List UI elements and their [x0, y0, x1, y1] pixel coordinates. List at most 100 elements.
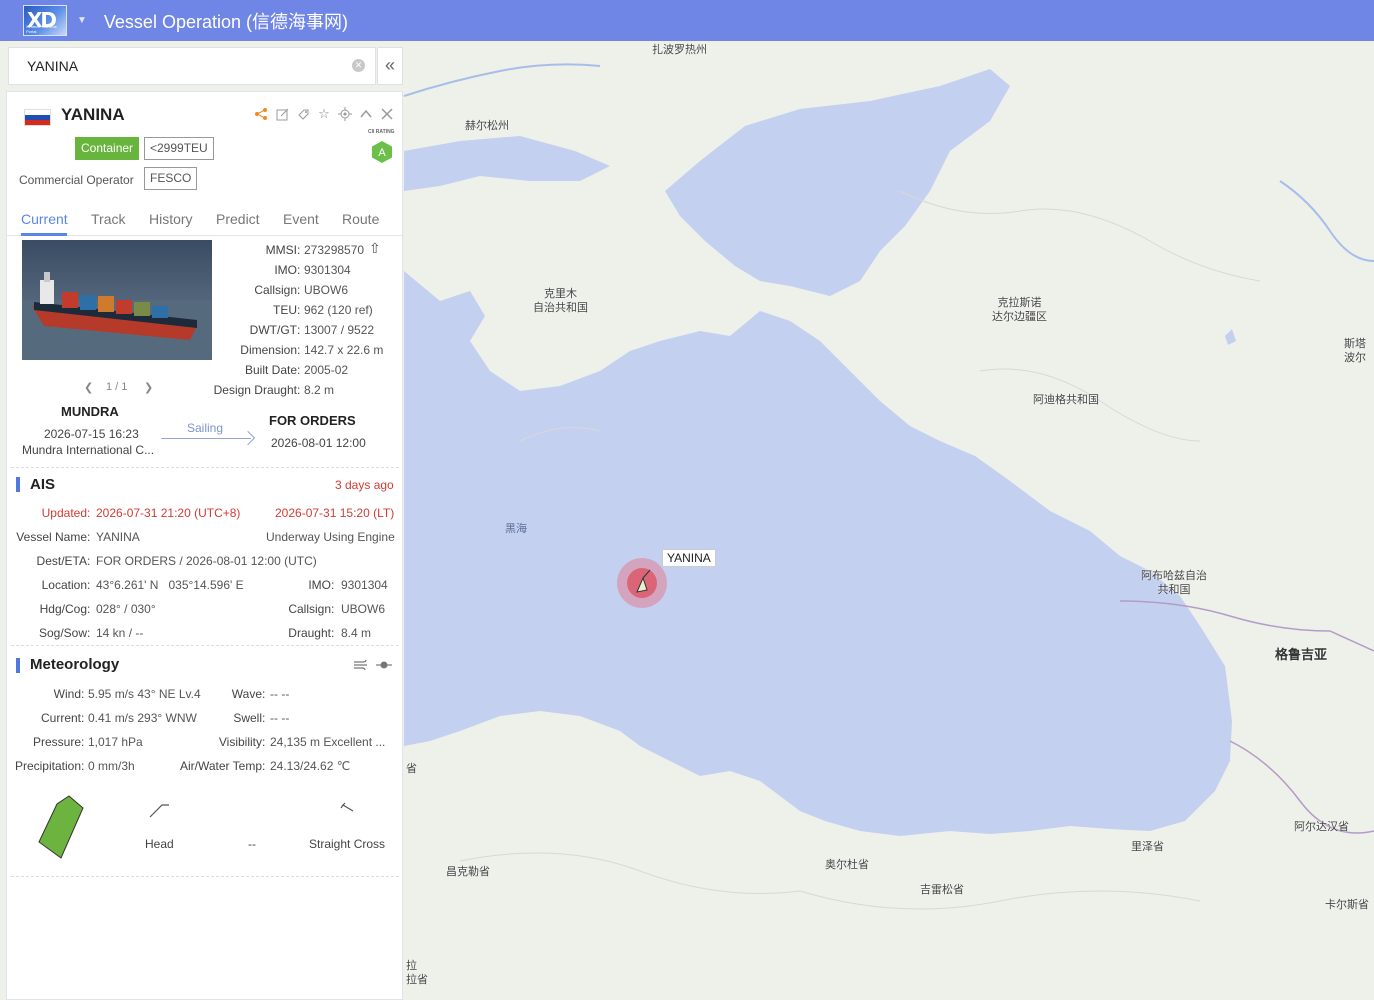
vessel-type-tag: Container — [75, 137, 140, 160]
map-label: 克拉斯诺 达尔边疆区 — [992, 296, 1047, 323]
particular-value: 2005-02 — [304, 363, 349, 377]
map-label: 格鲁吉亚 — [1275, 648, 1328, 663]
locate-icon[interactable] — [337, 106, 353, 122]
precipitation-value: 0 mm/3h — [88, 759, 135, 773]
ais-draught-label: Draught — [288, 626, 331, 640]
upload-arrow-icon[interactable]: ⇧ — [369, 240, 381, 257]
wind-icon[interactable] — [353, 658, 369, 675]
particular-label: Dimension — [240, 343, 297, 357]
arrow-right-icon — [240, 430, 256, 446]
sailing-status: Sailing — [187, 421, 224, 435]
logo-subtitle: Xindeco Maritime Portal — [26, 24, 57, 34]
chevron-up-icon[interactable] — [358, 106, 374, 122]
tab-predict[interactable]: Predict — [216, 211, 260, 227]
star-icon[interactable]: ☆ — [316, 106, 332, 122]
vessel-heading-icon — [636, 569, 651, 593]
meteorology-section-title: Meteorology — [30, 656, 120, 673]
share-icon[interactable] — [253, 106, 269, 122]
app-logo[interactable]: XD Xindeco Maritime Portal — [23, 5, 67, 36]
map-label: 赫尔松州 — [465, 119, 509, 132]
map-label: 奥尔杜省 — [825, 858, 869, 871]
tab-current[interactable]: Current — [21, 211, 68, 227]
tab-event[interactable]: Event — [283, 211, 319, 227]
vessel-marker[interactable] — [617, 558, 667, 608]
vessel-photo[interactable] — [22, 240, 212, 360]
vessel-actions: ☆ — [253, 106, 395, 122]
current-direction-icon — [340, 802, 354, 812]
cii-rating-label: CII RATING — [368, 129, 395, 135]
section-marker — [16, 477, 20, 492]
map-label: 里泽省 — [1131, 840, 1164, 853]
map-label: 吉雷松省 — [920, 883, 964, 896]
vessel-heading-shape-icon — [38, 795, 84, 859]
wave-value: -- -- — [270, 687, 290, 701]
vessel-detail-panel: YANINA ☆ CII RATING A Container <2999TEU… — [6, 91, 403, 1000]
chevron-down-icon[interactable]: ▼ — [77, 15, 87, 26]
ais-last-update-ago: 3 days ago — [335, 478, 394, 492]
particular-label: IMO — [274, 263, 297, 277]
visibility-value: 24,135 m Excellent ... — [270, 735, 386, 749]
vessel-name: YANINA — [61, 105, 125, 124]
wave-label: Wave — [231, 687, 262, 701]
map-label: 斯塔 波尔 — [1344, 337, 1366, 364]
visibility-label: Visibility — [218, 735, 262, 749]
map-label: 黑海 — [505, 522, 527, 535]
precipitation-label: Precipitation — [14, 759, 81, 773]
particular-label: Design Draught — [213, 383, 297, 397]
map-label: 扎波罗热州 — [652, 43, 707, 56]
pressure-label: Pressure — [32, 735, 81, 749]
ais-location-value: 43°6.261' N 035°14.596' E — [96, 578, 244, 592]
particular-value: UBOW6 — [304, 283, 349, 297]
particular-value: 962 (120 ref) — [304, 303, 373, 317]
particular-value: 8.2 m — [304, 383, 335, 397]
collapse-panel-button[interactable]: « — [377, 47, 403, 85]
ais-sog-label: Sog/Sow — [38, 626, 87, 640]
ais-draught-value: 8.4 m — [341, 626, 372, 640]
vessel-tabs: Current Track History Predict Event Rout… — [7, 200, 402, 236]
departure-terminal: Mundra International C... — [22, 443, 155, 457]
settings-slider-icon[interactable] — [376, 658, 392, 675]
map-label: 卡尔斯省 — [1325, 898, 1369, 911]
ais-updated-label: Updated — [41, 506, 87, 520]
tab-history[interactable]: History — [149, 211, 193, 227]
edit-icon[interactable] — [274, 106, 290, 122]
commercial-operator-value[interactable]: FESCO — [144, 167, 198, 190]
section-marker — [16, 658, 20, 673]
particular-label: Built Date — [244, 363, 297, 377]
pressure-value: 1,017 hPa — [88, 735, 143, 749]
vessel-map-label[interactable]: YANINA — [662, 549, 716, 567]
wind-direction-icon — [149, 804, 169, 818]
ais-vessel-name-label: Vessel Name — [16, 530, 87, 544]
tab-track[interactable]: Track — [91, 211, 125, 227]
cii-rating-badge[interactable]: A — [370, 140, 394, 164]
tag-icon[interactable] — [295, 106, 311, 122]
ais-sog-value: 14 kn / -- — [96, 626, 144, 640]
particular-label: MMSI — [265, 243, 297, 257]
search-input[interactable] — [25, 57, 345, 75]
close-icon[interactable] — [379, 106, 395, 122]
ais-imo-label: IMO — [308, 578, 331, 592]
map-label: 阿布哈兹自治 共和国 — [1141, 569, 1207, 596]
map-label: 阿尔达汉省 — [1294, 820, 1349, 833]
destination-port[interactable]: FOR ORDERS — [269, 413, 356, 428]
photo-next-chevron-icon[interactable]: ❯ — [144, 381, 153, 394]
particular-label: TEU — [273, 303, 297, 317]
departure-port[interactable]: MUNDRA — [61, 404, 119, 419]
particular-value: 142.7 x 22.6 m — [304, 343, 384, 357]
tab-route[interactable]: Route — [342, 211, 379, 227]
map-label: 省 — [406, 762, 417, 775]
divider — [11, 645, 399, 646]
double-chevron-left-icon: « — [384, 55, 395, 75]
photo-prev-chevron-icon[interactable]: ❮ — [84, 381, 93, 394]
destination-eta: 2026-08-01 12:00 — [271, 436, 366, 450]
current-label: Current — [40, 711, 81, 725]
ais-dest-label: Dest/ETA — [36, 554, 87, 568]
particular-label: Callsign — [254, 283, 297, 297]
current-value: 0.41 m/s 293° WNW — [88, 711, 197, 725]
commercial-operator-label: Commercial Operator — [19, 173, 134, 187]
top-bar: XD Xindeco Maritime Portal ▼ Vessel Oper… — [0, 0, 1374, 41]
clear-icon[interactable]: ✕ — [352, 59, 365, 72]
cii-rating-value: A — [378, 147, 386, 159]
app-title: Vessel Operation (信德海事网) — [103, 11, 348, 32]
particular-value: 13007 / 9522 — [304, 323, 375, 337]
